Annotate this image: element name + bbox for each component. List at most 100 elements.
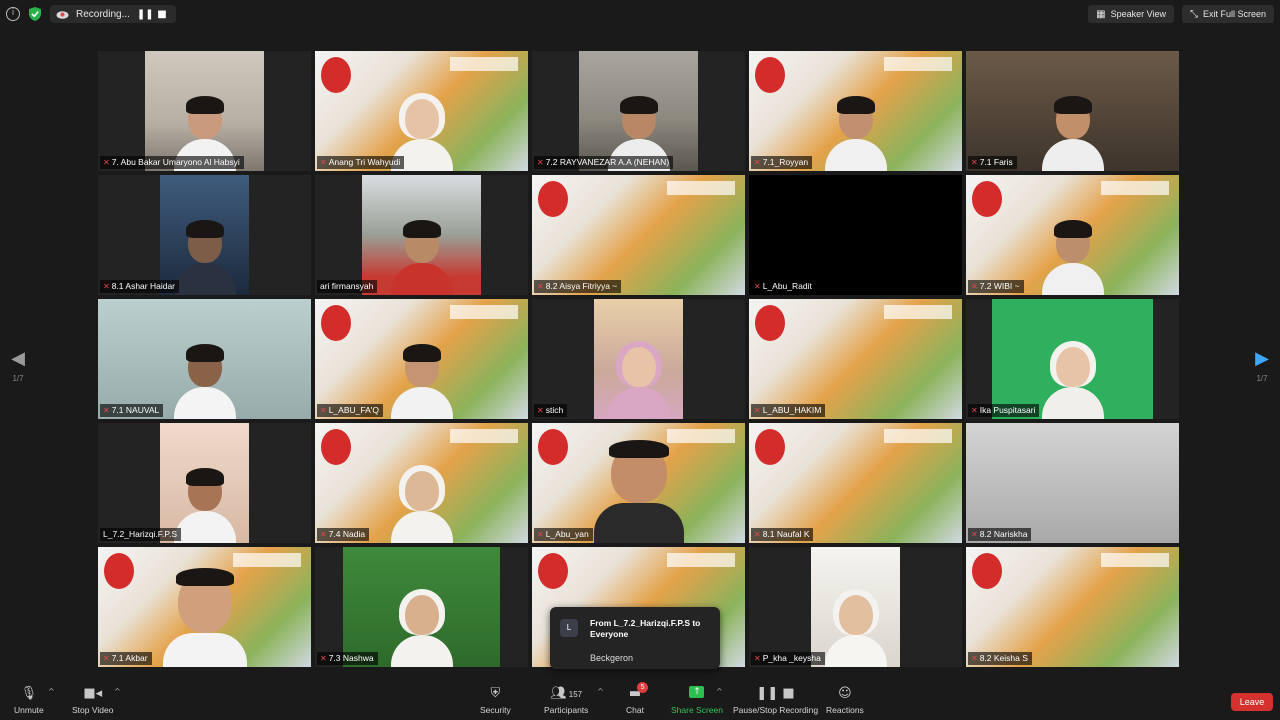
participant-tile[interactable]: ✕ 8.1 Naufal K [749,423,962,543]
participant-tile[interactable]: ✕ 7.4 Nadia [315,423,528,543]
participant-name-tag: ✕ 8.2 Aisya Fitriyya ~ [534,280,622,293]
participant-tile[interactable]: ✕ 7.1 Faris [966,51,1179,171]
participant-name-tag: L_7.2_Harizqi.F.P.S [100,528,182,541]
unmute-label: Unmute [14,705,44,715]
video-options-caret-icon[interactable]: ^ [114,687,121,696]
participant-video [361,175,482,295]
share-options-caret-icon[interactable]: ^ [716,687,723,696]
recording-indicator: Recording... ❚❚ ■ [50,5,176,23]
reactions-button[interactable]: ☺ Reactions [826,686,864,715]
participant-tile[interactable]: ✕ 7.3 Nashwa [315,547,528,667]
pause-stop-recording-button[interactable]: ❚❚ ■ Pause/Stop Recording [733,686,818,715]
participant-video [315,299,528,419]
participant-tile[interactable]: ✕ 7. Abu Bakar Umaryono Al Habsyi [98,51,311,171]
participant-figure [390,344,453,419]
mic-muted-icon: ✕ [537,282,544,291]
participant-tile[interactable]: ✕ L_Abu_Radit [749,175,962,295]
mic-muted-icon: ✕ [971,530,978,539]
participant-tile[interactable]: ari firmansyah [315,175,528,295]
mic-muted-icon: ✕ [971,158,978,167]
stop-video-button[interactable]: ■◂ Stop Video [72,686,113,715]
participant-video [532,175,745,295]
participant-tile[interactable]: ✕ stich [532,299,745,419]
participant-video [315,51,528,171]
participant-name-tag: ✕ 8.2 Nariskha [968,528,1032,541]
participant-name-tag: ✕ 7.3 Nashwa [317,652,378,665]
participant-tile[interactable]: ✕ 7.2 WIBI ~ [966,175,1179,295]
participant-figure [390,465,453,543]
participant-name: 7.2 RAYVANEZAR A.A (NEHAN) [545,157,670,167]
audio-options-caret-icon[interactable]: ^ [48,687,55,696]
leave-button[interactable]: Leave [1231,693,1273,711]
participants-options-caret-icon[interactable]: ^ [597,687,604,696]
participant-figure [173,344,236,419]
mic-muted-icon: ✕ [971,406,978,415]
security-button[interactable]: ⛨ Security [480,686,511,715]
participant-tile[interactable]: ✕ L_ABU_HAKIM [749,299,962,419]
participants-button[interactable]: 👥︎ 157 Participants [544,686,588,715]
participant-video [991,299,1154,419]
participant-name-tag: ✕ Anang Tri Wahyudi [317,156,405,169]
participant-tile-active-speaker[interactable]: ✕ Anang Tri Wahyudi [315,51,528,171]
participant-figure [173,468,236,543]
participant-figure [162,568,247,667]
participant-name: L_Abu_Radit [762,281,812,291]
stop-recording-button[interactable]: ■ [156,9,168,20]
participant-name: L_Abu_yan [545,529,589,539]
participant-tile[interactable]: ✕ L_Abu_yan [532,423,745,543]
chevron-left-icon[interactable]: ◀ [3,348,33,370]
participant-tile[interactable]: ✕ Ika Puspitasari [966,299,1179,419]
participant-figure [173,220,236,295]
mic-muted-icon: ✕ [103,282,110,291]
participant-tile[interactable]: ✕ 7.1 NAUVAL [98,299,311,419]
recording-label: Recording... [76,8,130,20]
participant-tile[interactable]: ✕ 8.2 Aisya Fitriyya ~ [532,175,745,295]
participant-figure [1041,220,1104,295]
participant-name: L_ABU_HAKIM [762,405,822,415]
info-icon[interactable]: i [6,7,20,21]
mic-muted-icon: ✕ [320,654,327,663]
participant-tile[interactable]: ✕ 8.2 Keisha S [966,547,1179,667]
unmute-button[interactable]: 🎙︎ Unmute [14,686,44,715]
participant-tile[interactable]: ✕ 8.1 Ashar Haidar [98,175,311,295]
participant-tile[interactable]: ✕ 7.2 RAYVANEZAR A.A (NEHAN) [532,51,745,171]
participant-video [532,423,745,543]
participant-name-tag: ✕ 7.2 RAYVANEZAR A.A (NEHAN) [534,156,674,169]
chat-sender-avatar: L [560,619,578,637]
chat-notification-popup[interactable]: L From L_7.2_Harizqi.F.P.S to Everyone B… [550,607,720,669]
exit-full-screen-icon: ⤡ [1189,8,1198,20]
participant-name: 7.4 Nadia [328,529,366,539]
participants-count: 157 [568,690,583,699]
participant-tile[interactable]: L_7.2_Harizqi.F.P.S [98,423,311,543]
participant-name-tag: ✕ L_Abu_Radit [751,280,816,293]
next-page-nav[interactable]: ▶ 1/7 [1247,348,1277,383]
mic-muted-icon: ✕ [971,654,978,663]
participant-tile[interactable]: ✕ P_kha _keysha [749,547,962,667]
participant-tile[interactable]: ✕ 8.2 Nariskha [966,423,1179,543]
participant-tile[interactable]: ✕ L_ABU_FA'Q [315,299,528,419]
participant-name: 7.2 WIBI ~ [979,281,1020,291]
mic-muted-icon: ✕ [320,530,327,539]
previous-page-nav[interactable]: ◀ 1/7 [3,348,33,383]
exit-full-screen-button[interactable]: ⤡ Exit Full Screen [1181,5,1274,23]
speaker-view-button[interactable]: ▦ Speaker View [1088,5,1174,23]
mic-muted-icon: ✕ [971,282,978,291]
participant-figure [824,96,887,171]
chevron-right-icon[interactable]: ▶ [1247,348,1277,370]
share-screen-icon: ↑ [689,686,705,702]
pause-recording-button[interactable]: ❚❚ [137,9,154,20]
participant-name-tag: ✕ P_kha _keysha [751,652,825,665]
participant-name-tag: ✕ 7.1_Royyan [751,156,813,169]
participant-name-tag: ✕ stich [534,404,568,417]
participant-tile[interactable]: ✕ 7.1 Akbar [98,547,311,667]
participant-video [749,51,962,171]
participant-name: Anang Tri Wahyudi [328,157,401,167]
participant-name: P_kha _keysha [762,653,821,663]
participant-tile[interactable]: ✕ 7.1_Royyan [749,51,962,171]
mic-muted-icon: ✕ [754,406,761,415]
previous-page-indicator: 1/7 [12,374,24,383]
chat-button[interactable]: ▬ 5 Chat [626,682,649,715]
encryption-shield-icon[interactable] [28,6,42,22]
participant-video [98,299,311,419]
participant-video [159,423,250,543]
